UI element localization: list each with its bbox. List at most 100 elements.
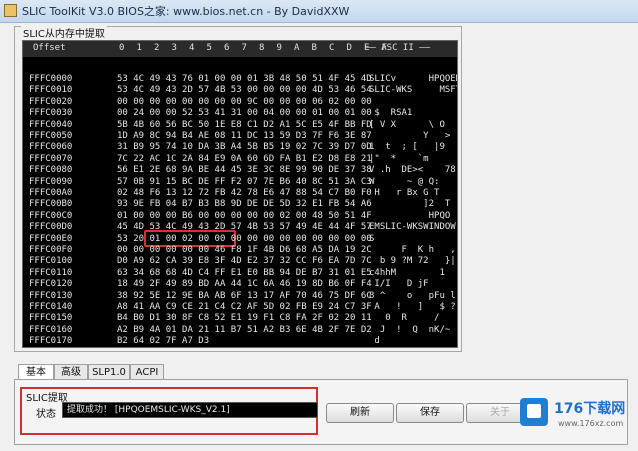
hex-col-header: 6	[224, 43, 230, 53]
hex-row-offset: FFFC0100	[29, 256, 73, 267]
hex-col-header: 1	[136, 43, 142, 53]
hex-row-bytes: 93 9E FB 04 B7 B3 B8 9D DE DE 5D 32 E1 F…	[117, 199, 372, 210]
hex-row-ascii: EMSLIC-WKSWINDOW	[369, 222, 456, 233]
hex-row-ascii: Y >	[369, 131, 451, 141]
hex-col-header: 3	[171, 43, 177, 53]
hex-row-ascii: I/I D jF	[369, 279, 429, 290]
hex-col-header: D	[346, 43, 352, 53]
hex-row-offset: FFFC0160	[29, 324, 73, 335]
hex-row-offset: FFFC00A0	[29, 188, 73, 198]
tab-slp10[interactable]: SLP1.0	[88, 364, 130, 380]
tab-basic[interactable]: 基本	[18, 364, 54, 380]
hex-row-offset: FFFC00C0	[29, 210, 73, 221]
hex-col-header: 8	[259, 43, 265, 53]
ascii-header: —— ASC II ——	[365, 43, 431, 53]
hex-row-ascii: 0 R /	[369, 313, 440, 324]
hex-row-offset: FFFC0000	[29, 74, 73, 84]
hex-header: Offset —— ASC II —— 0 1 2 3 4 5 6 7 8 9 A B C D E F	[23, 41, 457, 57]
hex-row-bytes: B2 64 02 7F A7 D3	[117, 336, 210, 347]
hex-row-offset: FFFC00B0	[29, 199, 73, 210]
hex-row-ascii: HPQO	[369, 210, 451, 221]
hex-row-ascii: S	[369, 233, 375, 244]
hex-row-bytes: 57 0B 91 15 BC DE FF F2 07 7E B6 40 8C 5…	[117, 176, 372, 187]
hex-col-header: 5	[206, 43, 212, 53]
hex-row-bytes: A2 B9 4A 01 DA 21 11 B7 51 A2 B3 6E 4B 2…	[117, 324, 372, 335]
hex-row-ascii: J ! Q nK/~	[369, 324, 451, 335]
hex-row-ascii: SLIC-WKS MSFT	[369, 85, 458, 96]
hex-row-bytes: 01 00 00 00 B6 00 00 00 00 00 02 00 48 5…	[117, 210, 372, 221]
tab-advanced[interactable]: 高级	[54, 364, 88, 380]
hex-row-offset: FFFC0010	[29, 85, 73, 96]
hex-row-bytes: 45 4D 53 4C 49 43 2D 57 4B 53 57 49 4E 4…	[117, 222, 372, 233]
hex-row-offset: FFFC0050	[29, 131, 73, 141]
hex-col-header: E	[364, 43, 370, 53]
refresh-button[interactable]: 刷新	[326, 403, 394, 423]
status-label: 状态	[36, 409, 56, 420]
hex-row-offset: FFFC0040	[29, 119, 73, 130]
hex-row-ascii: |" * `m !	[369, 153, 458, 164]
hex-row-offset: FFFC0170	[29, 336, 73, 347]
hex-row-bytes: A8 41 AA C9 CE 21 C4 C2 AF 5D 02 FB E9 2…	[117, 302, 372, 312]
hex-row-offset: FFFC0030	[29, 108, 73, 119]
hex-row-bytes: 63 34 68 68 4D C4 FF E1 E0 BB 94 DE B7 3…	[117, 267, 372, 278]
hex-col-header: A	[294, 43, 300, 53]
hex-row-offset: FFFC0080	[29, 165, 73, 176]
hex-row-bytes: 7C 22 AC 1C 2A 84 E9 0A 60 6D FA B1 E2 D…	[117, 153, 372, 164]
hex-row-ascii: SLICv HPQOEM	[369, 74, 458, 84]
hex-row-ascii: W ~ @ Q:	[369, 176, 440, 187]
watermark-brand: 176下载网	[554, 401, 626, 417]
hex-row-ascii: 1 t ; [ |9	[369, 142, 445, 153]
hex-row-offset: FFFC0070	[29, 153, 73, 164]
hex-row-ascii: b 9 ?M 72 }|	[369, 256, 456, 267]
save-button[interactable]: 保存	[396, 403, 464, 423]
hex-row-offset: FFFC0110	[29, 267, 73, 278]
app-icon	[4, 4, 17, 17]
hex-row-offset: FFFC0130	[29, 290, 73, 301]
hex-col-header: 0	[119, 43, 125, 53]
hex-row-offset: FFFC00D0	[29, 222, 73, 233]
hex-row-bytes: B4 B0 D1 30 8F C8 52 E1 19 F1 C8 FA 2F 0…	[117, 313, 372, 324]
hex-row-bytes: D0 A9 62 CA 39 E8 3F 4D E2 37 32 CC F6 E…	[117, 256, 372, 267]
hex-row-bytes: 00 24 00 00 52 53 41 31 00 04 00 00 01 0…	[117, 108, 372, 119]
hex-row-bytes: 18 49 2F 49 89 BD AA 44 1C 6A 46 19 8D B…	[117, 279, 372, 290]
hex-row-ascii: d	[369, 336, 380, 347]
hex-row-offset: FFFC00F0	[29, 245, 73, 255]
watermark-logo-icon	[520, 398, 548, 426]
hex-row-ascii: [ V X \ O	[369, 119, 445, 130]
hex-row-bytes: 1D A9 8C 94 B4 AE 08 11 DC 13 59 D3 7F F…	[117, 131, 372, 141]
hex-row-offset: FFFC0150	[29, 313, 73, 324]
watermark-url: www.176xz.com	[558, 419, 624, 428]
hex-row-ascii: V .h DE>< 78	[369, 165, 456, 176]
hex-row-ascii: c4hhM 1	[369, 267, 445, 278]
hex-view-panel[interactable]: Offset —— ASC II —— 0 1 2 3 4 5 6 7 8 9 A B C D E F FFF…	[22, 40, 458, 348]
hex-row-bytes: 5B 4B 60 56 BC 50 1E E8 C1 D2 A1 5C E5 4…	[117, 119, 372, 130]
hex-row-ascii: A ! ] $ ?	[369, 302, 456, 312]
tab-acpi[interactable]: ACPI	[130, 364, 164, 380]
hex-col-header: B	[311, 43, 317, 53]
hex-row-ascii: 8 ^ o pFu l	[369, 290, 456, 301]
hex-row-offset: FFFC00E0	[29, 233, 73, 244]
hex-row-bytes: 53 4C 49 43 76 01 00 00 01 3B 48 50 51 4…	[117, 74, 372, 84]
slic-memory-group-label: SLIC从内存中提取	[21, 25, 107, 40]
hex-col-header: 7	[241, 43, 247, 53]
offset-header: Offset	[33, 43, 66, 53]
hex-row-offset: FFFC0020	[29, 96, 73, 107]
hex-row-bytes: 00 00 00 00 00 00 46 F8 1F 4B D6 68 A5 D…	[117, 245, 372, 255]
hex-row-ascii: F K h ,	[369, 245, 456, 255]
hex-row-ascii: $ RSA1	[369, 108, 413, 119]
hex-row-ascii: ]2 T	[369, 199, 451, 210]
hex-row-offset: FFFC0120	[29, 279, 73, 290]
hex-row-bytes: 02 48 F6 13 12 72 FB 42 78 E6 47 88 54 C…	[117, 188, 372, 198]
hex-row-bytes: 31 B9 95 74 10 DA 3B A4 5B B5 19 02 7C 3…	[117, 142, 372, 153]
status-field: 提取成功！ [HPQOEMSLIC-WKS_V2.1]	[62, 402, 318, 418]
hex-row-bytes: 53 20 01 00 02 00 00 00 00 00 00 00 00 0…	[117, 233, 372, 244]
title-bar: SLIC ToolKit V3.0 BIOS之家: www.bios.net.c…	[0, 0, 638, 23]
hex-row-bytes: 38 92 5E 12 9E BA AB 6F 13 17 AF 70 46 7…	[117, 290, 372, 301]
hex-col-header: 9	[276, 43, 282, 53]
hex-row-bytes: 56 E1 2E 68 9A BE 44 45 3E 3C 8E 99 90 D…	[117, 165, 372, 176]
hex-col-header: C	[329, 43, 335, 53]
hex-col-header: 4	[189, 43, 195, 53]
hex-row-offset: FFFC0090	[29, 176, 73, 187]
hex-row-ascii: H r Bx G T	[369, 188, 440, 198]
window-title: SLIC ToolKit V3.0 BIOS之家: www.bios.net.c…	[22, 5, 350, 18]
